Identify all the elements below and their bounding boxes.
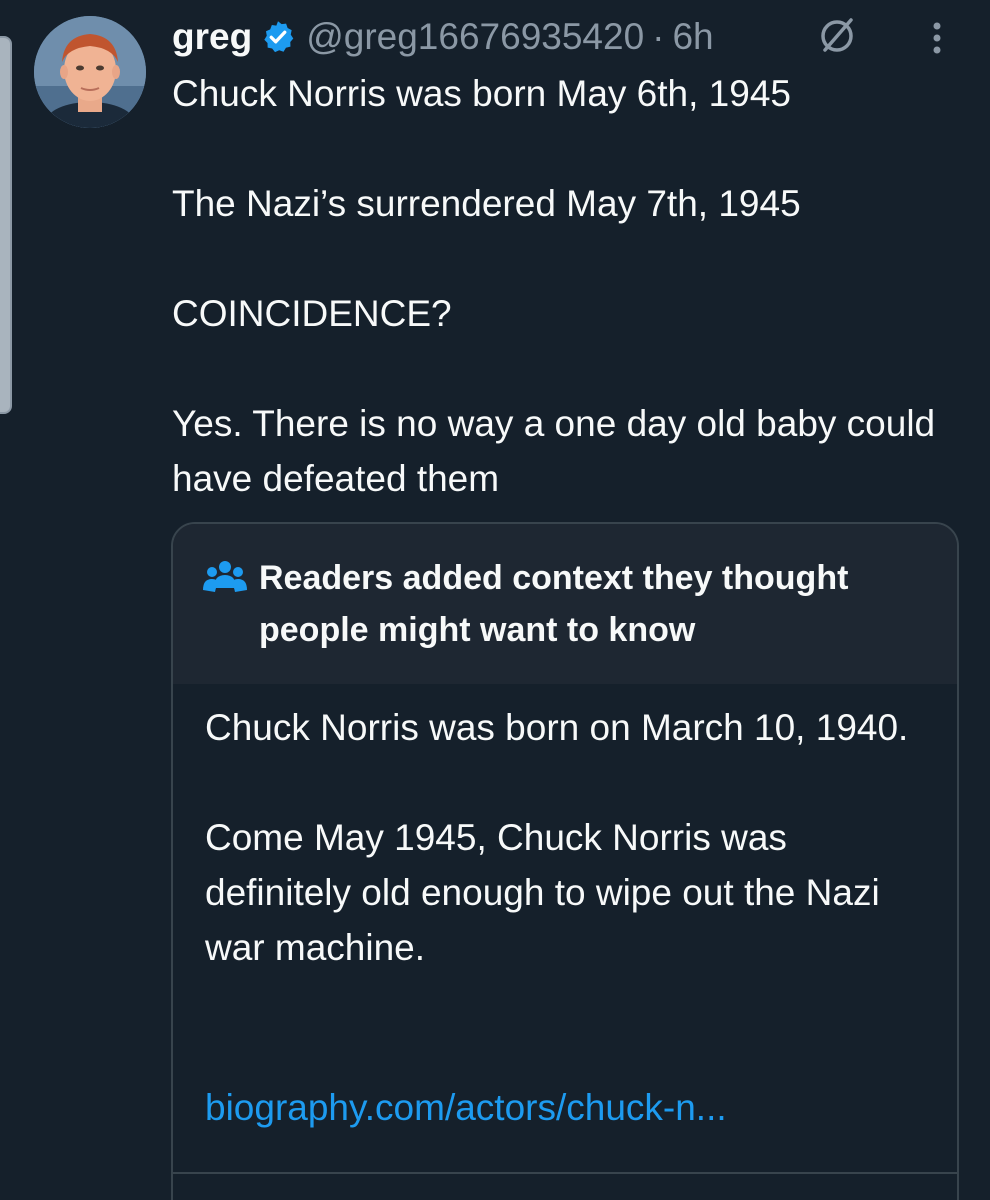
tweet-line: Yes. There is no way a one day old baby … <box>172 403 946 499</box>
tweet-line <box>172 121 962 176</box>
avatar[interactable] <box>34 16 146 128</box>
tweet-text: Chuck Norris was born May 6th, 1945 The … <box>172 66 962 506</box>
community-note-text: Chuck Norris was born on March 10, 1940.… <box>205 700 935 975</box>
community-note-source-link[interactable]: biography.com/actors/chuck-n... <box>205 1080 727 1135</box>
display-name[interactable]: greg <box>172 16 252 58</box>
divider <box>173 1172 957 1174</box>
community-note-title: Readers added context they thought peopl… <box>259 559 849 649</box>
tweet-line: The Nazi’s surrendered May 7th, 1945 <box>172 183 801 224</box>
tweet-line: COINCIDENCE? <box>172 293 452 334</box>
grok-icon[interactable] <box>815 14 859 58</box>
user-handle[interactable]: @greg16676935420 <box>306 16 644 58</box>
note-line: Come May 1945, Chuck Norris was definite… <box>205 817 880 968</box>
tweet-screen: greg @greg16676935420 · 6h Chuck Norris … <box>0 0 990 1200</box>
tweet-line <box>172 341 962 396</box>
tweet-line <box>172 231 962 286</box>
scroll-indicator[interactable] <box>0 36 12 414</box>
more-options-icon[interactable] <box>922 18 952 58</box>
tweet-timestamp[interactable]: 6h <box>672 16 713 58</box>
community-note: Readers added context they thought peopl… <box>171 522 959 1200</box>
community-notes-people-icon <box>203 558 247 598</box>
tweet-header: greg @greg16676935420 · 6h <box>172 12 972 62</box>
note-line <box>205 755 935 810</box>
note-line: Chuck Norris was born on March 10, 1940. <box>205 707 909 748</box>
separator-dot: · <box>652 16 665 57</box>
community-note-header: Readers added context they thought peopl… <box>173 524 957 684</box>
tweet-line: Chuck Norris was born May 6th, 1945 <box>172 73 791 114</box>
verified-badge-icon <box>260 19 296 55</box>
avatar-photo-icon <box>34 16 146 128</box>
